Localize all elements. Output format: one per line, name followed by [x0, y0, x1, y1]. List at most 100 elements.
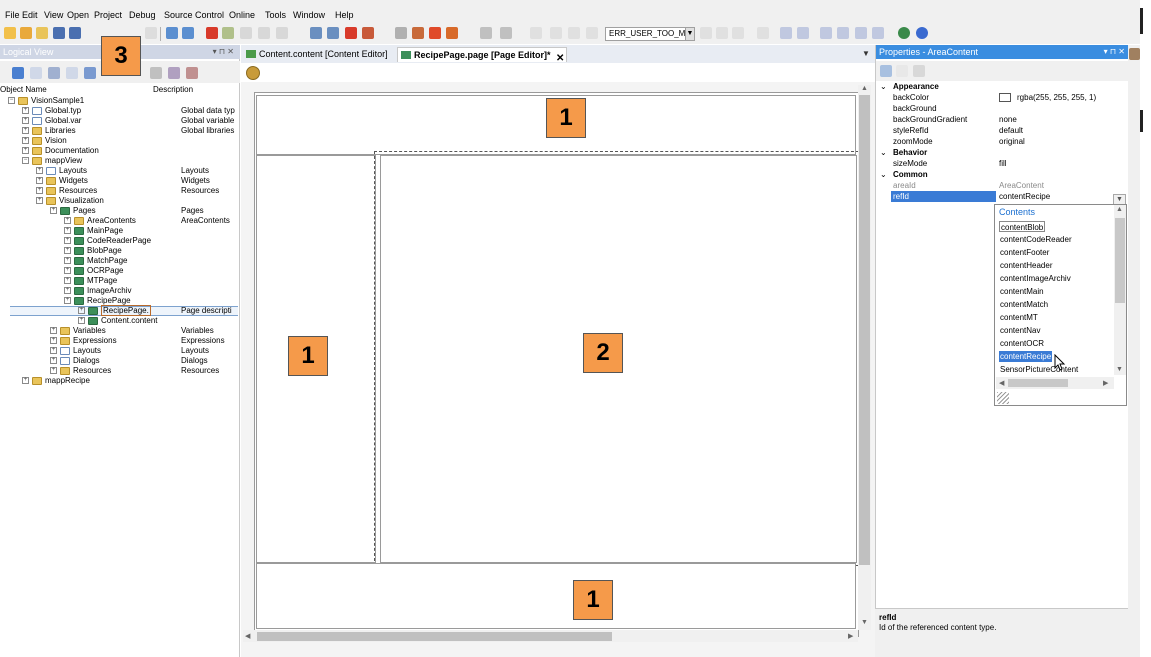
search-icon[interactable]	[395, 27, 407, 39]
expand-toggle-icon[interactable]: +	[50, 337, 57, 345]
property-value[interactable]: none	[999, 114, 1017, 125]
dropdown-option[interactable]: contentCodeReader	[999, 234, 1073, 245]
tree-item[interactable]: + Expressions	[50, 336, 117, 346]
new-project-icon[interactable]	[4, 27, 16, 39]
transfer-icon[interactable]	[412, 27, 424, 39]
close-window-icon[interactable]	[345, 27, 357, 39]
property-row[interactable]: backColor rgba(255, 255, 255, 1)	[876, 92, 1116, 103]
expand-toggle-icon[interactable]: +	[78, 307, 85, 315]
property-row[interactable]: zoomMode original	[876, 136, 1116, 147]
open-icon[interactable]	[20, 27, 32, 39]
expand-toggle-icon[interactable]: +	[64, 247, 71, 255]
chevron-down-icon[interactable]: ▼	[685, 27, 695, 41]
tool-icon[interactable]	[186, 67, 198, 79]
tree-item[interactable]: + Libraries	[22, 126, 76, 136]
property-row[interactable]: styleRefId default	[876, 125, 1116, 136]
property-value[interactable]: contentRecipe	[999, 191, 1050, 202]
dropdown-option[interactable]: contentBlob	[999, 221, 1046, 232]
property-value[interactable]: original	[999, 136, 1025, 147]
property-row[interactable]: backGroundGradient none	[876, 114, 1116, 125]
expand-toggle-icon[interactable]: +	[50, 357, 57, 365]
expand-toggle-icon[interactable]: +	[22, 377, 29, 385]
power-icon[interactable]	[429, 27, 441, 39]
remove-icon[interactable]	[872, 27, 884, 39]
undo-icon[interactable]	[166, 27, 178, 39]
property-category[interactable]: ⌄ Appearance	[876, 81, 1116, 92]
expand-toggle-icon[interactable]: +	[22, 147, 29, 155]
tree-item[interactable]: + CodeReaderPage	[64, 236, 151, 246]
property-value[interactable]: fill	[999, 158, 1007, 169]
tool-icon[interactable]	[84, 67, 96, 79]
dropdown-hscroll-thumb[interactable]	[1008, 379, 1068, 387]
dropdown-option[interactable]: contentMT	[999, 312, 1039, 323]
expand-toggle-icon[interactable]: +	[22, 107, 29, 115]
dropdown-option[interactable]: contentMatch	[999, 299, 1049, 310]
expand-toggle-icon[interactable]: +	[64, 227, 71, 235]
color-swatch[interactable]	[999, 93, 1011, 103]
build-icon[interactable]	[362, 27, 374, 39]
tool-icon[interactable]	[240, 27, 252, 39]
globe-icon[interactable]	[898, 27, 910, 39]
save-all-icon[interactable]	[69, 27, 81, 39]
tree-item[interactable]: − VisionSample1	[8, 96, 84, 106]
window-icon[interactable]	[310, 27, 322, 39]
tree-item[interactable]: + Global.var	[22, 116, 81, 126]
tool-icon[interactable]	[276, 27, 288, 39]
tree-item[interactable]: + Variables	[50, 326, 106, 336]
tree-item[interactable]: + Layouts	[36, 166, 87, 176]
expand-toggle-icon[interactable]: +	[64, 237, 71, 245]
property-row[interactable]: backGround	[876, 103, 1116, 114]
align-icon[interactable]	[797, 27, 809, 39]
expand-toggle-icon[interactable]: +	[22, 117, 29, 125]
close-icon[interactable]: ✕	[556, 51, 564, 66]
tool-icon[interactable]	[30, 67, 42, 79]
tab-content-editor[interactable]: Content.content [Content Editor]	[243, 47, 393, 62]
sort-alpha-icon[interactable]	[896, 65, 908, 77]
window-icon[interactable]	[550, 27, 562, 39]
expand-toggle-icon[interactable]: +	[22, 127, 29, 135]
scroll-down-icon[interactable]: ▼	[861, 619, 868, 626]
menu-help[interactable]: Help	[335, 10, 354, 20]
window-icon[interactable]	[530, 27, 542, 39]
tree-item[interactable]: + Documentation	[22, 146, 99, 156]
tool-icon[interactable]	[12, 67, 24, 79]
comment-icon[interactable]	[586, 27, 598, 39]
arrow-up-icon[interactable]	[820, 27, 832, 39]
scroll-up-icon[interactable]: ▲	[1116, 206, 1123, 213]
help-icon[interactable]	[916, 27, 928, 39]
paste-icon[interactable]	[145, 27, 157, 39]
expand-toggle-icon[interactable]: +	[64, 297, 71, 305]
property-row[interactable]: sizeMode fill	[876, 158, 1116, 169]
chevron-down-icon[interactable]: ⌄	[880, 81, 887, 92]
property-value[interactable]: rgba(255, 255, 255, 1)	[999, 92, 1096, 103]
vertical-scroll-thumb[interactable]	[859, 95, 870, 565]
tree-item[interactable]: − mappView	[22, 156, 82, 166]
expand-toggle-icon[interactable]: +	[78, 317, 85, 325]
chevron-down-icon[interactable]: ⌄	[880, 147, 887, 158]
tab-list-chevron-icon[interactable]: ▼	[862, 49, 870, 58]
area-footer[interactable]	[256, 563, 856, 629]
comment-icon[interactable]	[568, 27, 580, 39]
dropdown-option[interactable]: contentMain	[999, 286, 1045, 297]
dropdown-option[interactable]: contentFooter	[999, 247, 1050, 258]
tab-page-editor[interactable]: RecipePage.page [Page Editor]* ✕	[397, 47, 567, 64]
property-category[interactable]: ⌄ Behavior	[876, 147, 1116, 158]
menu-project[interactable]: Project	[94, 10, 122, 20]
menu-window[interactable]: Window	[293, 10, 325, 20]
expand-toggle-icon[interactable]: +	[50, 207, 57, 215]
tree-item[interactable]: + AreaContents	[64, 216, 136, 226]
open-folder-icon[interactable]	[36, 27, 48, 39]
expand-toggle-icon[interactable]: +	[36, 167, 43, 175]
tree-item[interactable]: + Pages	[50, 206, 96, 216]
expand-toggle-icon[interactable]: +	[64, 277, 71, 285]
tree-item[interactable]: + MainPage	[64, 226, 123, 236]
expand-toggle-icon[interactable]: +	[22, 137, 29, 145]
settings-icon[interactable]	[500, 27, 512, 39]
tool-icon[interactable]	[168, 67, 180, 79]
scroll-up-icon[interactable]: ▲	[861, 85, 868, 92]
tree-item[interactable]: + Content.content	[78, 316, 157, 326]
tree-item[interactable]: + Visualization	[36, 196, 104, 206]
expand-toggle-icon[interactable]: −	[22, 157, 29, 165]
delete-icon[interactable]	[206, 27, 218, 39]
categorized-icon[interactable]	[880, 65, 892, 77]
